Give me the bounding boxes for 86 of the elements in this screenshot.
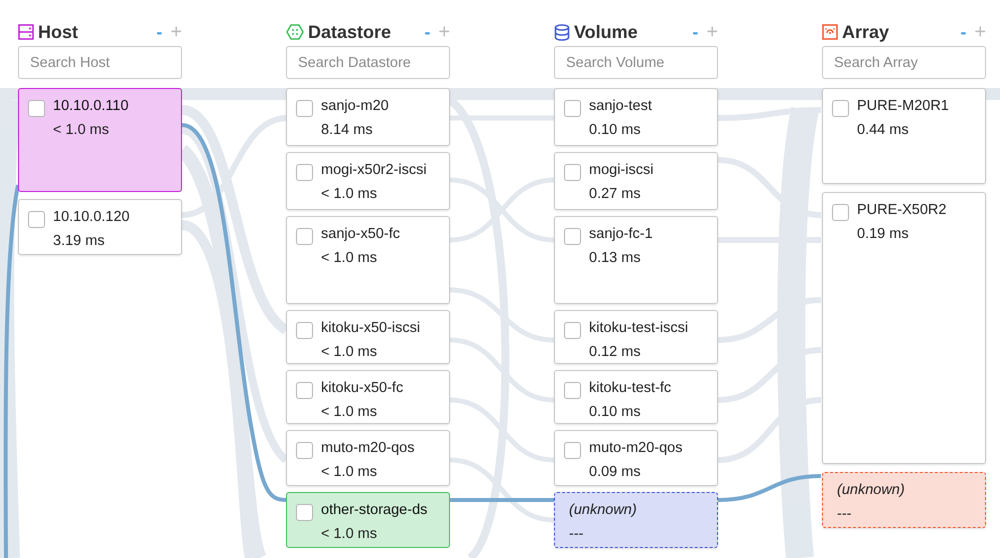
node-name: mogi-x50r2-iscsi — [321, 161, 427, 179]
checkbox[interactable] — [564, 164, 581, 181]
node-name: 10.10.0.110 — [53, 97, 129, 115]
latency-value: 8.14 ms — [321, 121, 374, 139]
column-title: Array — [842, 20, 890, 44]
checkbox[interactable] — [564, 442, 581, 459]
checkbox[interactable] — [296, 100, 313, 117]
node-name: PURE-M20R1 — [857, 97, 949, 115]
checkbox[interactable] — [296, 442, 313, 459]
checkbox[interactable] — [296, 164, 313, 181]
node-name: kitoku-test-fc — [589, 379, 672, 397]
node-name: kitoku-x50-fc — [321, 379, 404, 397]
node-card[interactable]: kitoku-test-iscsi 0.12 ms — [554, 310, 718, 364]
node-name: mogi-iscsi — [589, 161, 654, 179]
node-card[interactable]: sanjo-test 0.10 ms — [554, 88, 718, 146]
storage-array-icon — [822, 24, 838, 40]
unknown-node-card[interactable]: (unknown) --- — [554, 492, 718, 548]
node-card[interactable]: kitoku-x50-fc < 1.0 ms — [286, 370, 450, 424]
latency-value: 0.27 ms — [589, 185, 642, 203]
latency-value: < 1.0 ms — [321, 249, 378, 267]
checkbox[interactable] — [296, 504, 313, 521]
node-card[interactable]: kitoku-test-fc 0.10 ms — [554, 370, 718, 424]
node-card[interactable]: sanjo-m20 8.14 ms — [286, 88, 450, 146]
hexagon-icon — [286, 24, 304, 40]
node-card[interactable]: kitoku-x50-iscsi < 1.0 ms — [286, 310, 450, 364]
column-title: Volume — [574, 20, 638, 44]
node-name: sanjo-test — [589, 97, 652, 115]
node-name: 10.10.0.120 — [53, 208, 130, 226]
node-name: other-storage-ds — [321, 501, 428, 519]
node-card[interactable]: PURE-M20R1 0.44 ms — [822, 88, 986, 184]
checkbox[interactable] — [28, 211, 45, 228]
node-card[interactable]: other-storage-ds < 1.0 ms — [286, 492, 450, 548]
latency-value: 0.12 ms — [589, 343, 642, 361]
column-title: Datastore — [308, 20, 392, 44]
node-name: muto-m20-qos — [589, 439, 682, 457]
latency-value: < 1.0 ms — [321, 185, 378, 203]
node-name: kitoku-test-iscsi — [589, 319, 688, 337]
node-card[interactable]: muto-m20-qos < 1.0 ms — [286, 430, 450, 486]
checkbox[interactable] — [564, 228, 581, 245]
latency-value: 0.19 ms — [857, 225, 910, 243]
latency-value: 0.10 ms — [589, 121, 642, 139]
latency-value: < 1.0 ms — [321, 403, 378, 421]
latency-value: 0.13 ms — [589, 249, 642, 267]
node-name: sanjo-fc-1 — [589, 225, 653, 243]
latency-value: < 1.0 ms — [321, 525, 378, 543]
latency-value: --- — [837, 505, 852, 523]
latency-value: < 1.0 ms — [321, 463, 378, 481]
search-field[interactable]: Search Host — [18, 46, 182, 79]
node-card[interactable]: PURE-X50R2 0.19 ms — [822, 192, 986, 464]
latency-value: 0.09 ms — [589, 463, 642, 481]
latency-value: 0.44 ms — [857, 121, 910, 139]
node-name: sanjo-m20 — [321, 97, 389, 115]
database-icon — [554, 24, 570, 40]
checkbox[interactable] — [296, 382, 313, 399]
checkbox[interactable] — [832, 204, 849, 221]
unknown-node-card[interactable]: (unknown) --- — [822, 472, 986, 528]
node-card[interactable]: sanjo-x50-fc < 1.0 ms — [286, 216, 450, 304]
latency-value: < 1.0 ms — [321, 343, 378, 361]
column-title: Host — [38, 20, 78, 44]
node-name: sanjo-x50-fc — [321, 225, 400, 243]
search-field[interactable]: Search Datastore — [286, 46, 450, 79]
node-card[interactable]: mogi-x50r2-iscsi < 1.0 ms — [286, 152, 450, 210]
checkbox[interactable] — [296, 322, 313, 339]
checkbox[interactable] — [564, 382, 581, 399]
checkbox[interactable] — [564, 100, 581, 117]
checkbox[interactable] — [832, 100, 849, 117]
node-name: muto-m20-qos — [321, 439, 414, 457]
latency-value: --- — [569, 525, 584, 543]
node-name: (unknown) — [837, 481, 905, 499]
latency-value: 3.19 ms — [53, 232, 106, 250]
latency-value: 0.10 ms — [589, 403, 642, 421]
checkbox[interactable] — [28, 100, 45, 117]
node-name: (unknown) — [569, 501, 637, 519]
search-field[interactable]: Search Array — [822, 46, 986, 79]
node-card[interactable]: 10.10.0.120 3.19 ms — [18, 199, 182, 255]
node-card[interactable]: muto-m20-qos 0.09 ms — [554, 430, 718, 486]
latency-value: < 1.0 ms — [53, 121, 110, 139]
node-card[interactable]: sanjo-fc-1 0.13 ms — [554, 216, 718, 304]
node-name: PURE-X50R2 — [857, 201, 946, 219]
node-name: kitoku-x50-iscsi — [321, 319, 420, 337]
checkbox[interactable] — [296, 228, 313, 245]
search-field[interactable]: Search Volume — [554, 46, 718, 79]
server-icon — [18, 24, 34, 40]
node-card[interactable]: mogi-iscsi 0.27 ms — [554, 152, 718, 210]
node-card[interactable]: 10.10.0.110 < 1.0 ms — [18, 88, 182, 192]
checkbox[interactable] — [564, 322, 581, 339]
